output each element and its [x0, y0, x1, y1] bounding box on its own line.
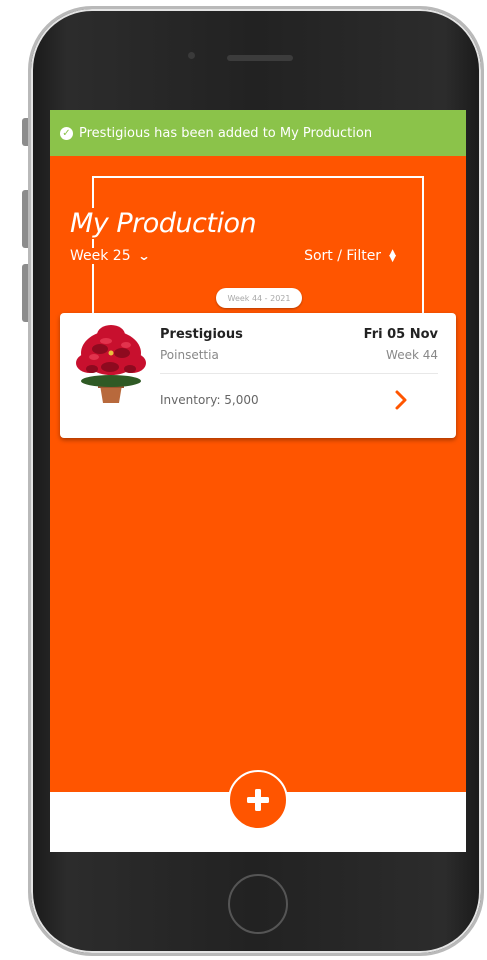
volume-up-button [22, 190, 28, 248]
delivery-week: Week 44 [386, 348, 438, 362]
page-title: My Production [70, 208, 263, 239]
home-button [228, 874, 288, 934]
earpiece-speaker [227, 55, 293, 61]
delivery-date: Fri 05 Nov [363, 327, 438, 342]
product-name: Prestigious [160, 327, 243, 342]
success-toast: ✓ Prestigious has been added to My Produ… [50, 110, 466, 156]
app-screen: ✓ Prestigious has been added to My Produ… [50, 110, 466, 852]
plus-icon [247, 789, 269, 811]
volume-down-button [22, 264, 28, 322]
card-divider [160, 373, 438, 374]
sort-icon: ▲ ▼ [389, 248, 396, 264]
week-group-pill: Week 44 - 2021 [216, 288, 302, 308]
week-selector-label: Week 25 [70, 248, 131, 264]
week-selector[interactable]: Week 25 ⌄ [70, 248, 153, 264]
front-camera [188, 52, 195, 59]
toast-message: Prestigious has been added to My Product… [79, 125, 373, 141]
sort-filter-label: Sort / Filter [304, 248, 382, 264]
inventory-count: Inventory: 5,000 [160, 393, 259, 407]
production-card[interactable]: Prestigious Poinsettia Fri 05 Nov Week 4… [60, 313, 456, 438]
product-species: Poinsettia [160, 348, 219, 362]
chevron-down-icon: ⌄ [137, 249, 151, 263]
add-button[interactable] [228, 770, 288, 830]
mute-switch [22, 118, 28, 146]
poinsettia-image [76, 325, 146, 403]
chevron-right-icon[interactable] [392, 389, 410, 411]
check-circle-icon: ✓ [60, 126, 73, 140]
sort-filter-button[interactable]: Sort / Filter ▲ ▼ [300, 248, 396, 264]
